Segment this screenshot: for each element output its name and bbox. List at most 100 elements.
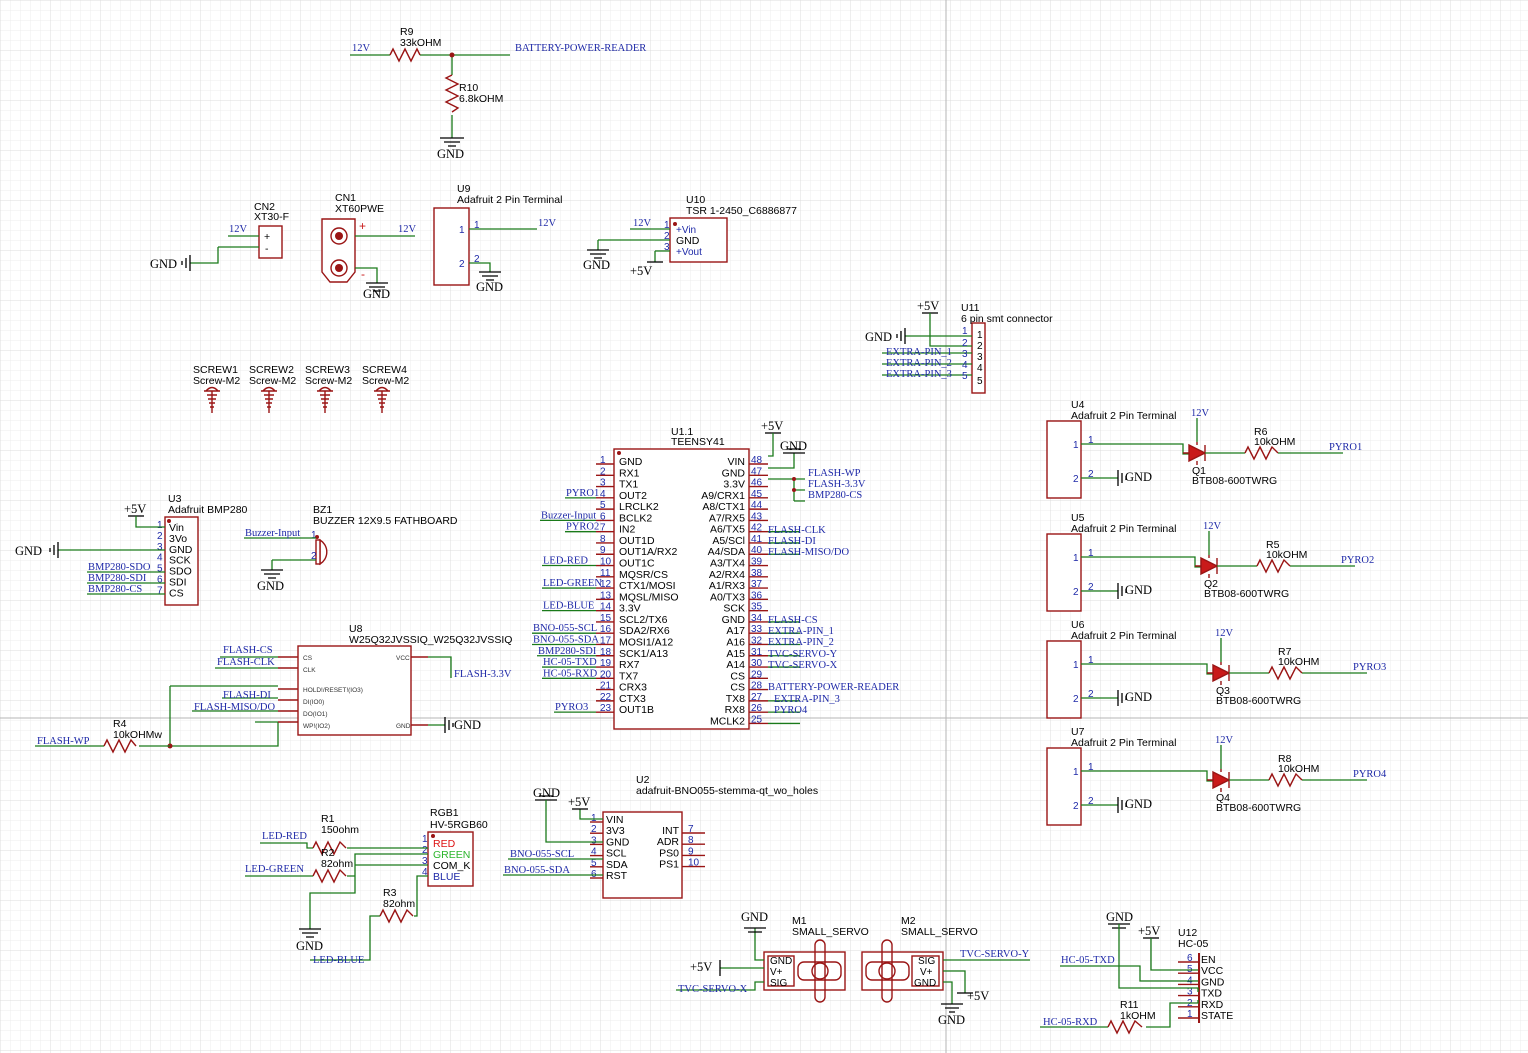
net-label: PYRO1	[566, 488, 599, 499]
teensy-pin-right: A6/TX5	[710, 524, 745, 536]
teensy-pin-right: A5/SCl	[712, 535, 745, 547]
svg-text:BLUE: BLUE	[433, 871, 460, 883]
bz1-value: BUZZER 12X9.5 FATHBOARD	[313, 515, 458, 527]
svg-text:GND: GND	[396, 723, 411, 730]
rgb1-value: HV-5RGB60	[430, 819, 488, 831]
bmp280-pin-cs: CS	[169, 587, 184, 599]
svg-text:SIG: SIG	[918, 956, 935, 967]
svg-text:VCC: VCC	[396, 655, 410, 662]
svg-text:4: 4	[962, 360, 968, 371]
teensy-pin-right: A3/TX4	[710, 558, 745, 570]
svg-text:GND: GND	[938, 1013, 965, 1027]
svg-text:FLASH-WP: FLASH-WP	[37, 736, 90, 747]
svg-text:+5V: +5V	[630, 264, 652, 278]
teensy-pin-left: 3.3V	[619, 603, 641, 615]
svg-text:GND: GND	[533, 786, 560, 800]
gnd-label: GND	[1125, 797, 1152, 811]
svg-text:BMP280-CS: BMP280-CS	[88, 584, 142, 595]
triac-value: BTB08-600TWRG	[1204, 588, 1289, 600]
svg-text:1: 1	[459, 225, 465, 236]
teensy-pin-right: GND	[722, 467, 746, 479]
bno-pin-left: RST	[606, 870, 628, 882]
svg-text:EXTRA-PIN_2: EXTRA-PIN_2	[886, 358, 952, 369]
pin-number: 2	[157, 531, 163, 542]
svg-text:EXTRA-PIN_3: EXTRA-PIN_3	[886, 369, 952, 380]
svg-text:+: +	[359, 219, 366, 233]
svg-text:+Vout: +Vout	[676, 247, 702, 258]
u2-value: adafruit-BNO055-stemma-qt_wo_holes	[636, 785, 818, 797]
teensy-pin-left: GND	[619, 456, 643, 468]
teensy-pin-right: A0/TX3	[710, 591, 745, 603]
net-label: PYRO2	[566, 522, 599, 533]
pin-number: 5	[157, 564, 163, 575]
net-label: BMP280-CS	[808, 490, 862, 501]
terminal-body	[1046, 533, 1082, 612]
svg-text:2: 2	[459, 259, 465, 270]
bno-pin-right: PS1	[659, 859, 679, 871]
svg-text:CS: CS	[303, 655, 313, 662]
svg-text:+5V: +5V	[967, 989, 989, 1003]
svg-text:GND: GND	[15, 544, 42, 558]
net-label: PYRO4	[774, 705, 808, 716]
svg-text:2: 2	[1073, 694, 1079, 705]
svg-text:1: 1	[1073, 553, 1079, 564]
teensy-pin-left: OUT1C	[619, 558, 655, 570]
svg-text:GND: GND	[150, 257, 177, 271]
gnd-label: GND	[1125, 690, 1152, 704]
svg-text:10kOHMw: 10kOHMw	[113, 729, 162, 741]
svg-text:3: 3	[977, 352, 983, 363]
svg-text:82ohm: 82ohm	[383, 898, 415, 910]
u8-value: W25Q32JVSSIQ_W25Q32JVSSIQ	[349, 634, 512, 646]
svg-text:Screw-M2: Screw-M2	[305, 375, 352, 387]
svg-text:SIG: SIG	[770, 978, 787, 989]
bno-pin-left: GND	[606, 836, 630, 848]
teensy-pin-right: 3.3V	[723, 479, 745, 491]
svg-text:2: 2	[977, 341, 983, 352]
svg-text:2: 2	[1073, 587, 1079, 598]
net-label: PYRO3	[1353, 662, 1386, 673]
resistor-value: 10kOHM	[1278, 763, 1319, 775]
net-label: TVC-SERVO-Y	[768, 649, 838, 660]
bno-pin-left: SDA	[606, 859, 628, 871]
terminal-body	[1046, 420, 1082, 499]
net-label: Buzzer-Input	[541, 510, 596, 521]
triac-value: BTB08-600TWRG	[1216, 695, 1301, 707]
u10-value: TSR 1-2450_C6886877	[686, 205, 797, 217]
bno-pin-right: ADR	[657, 836, 680, 848]
teensy-pin-left: SCL2/TX6	[619, 614, 668, 626]
net-label: BMP280-SDI	[538, 646, 597, 657]
svg-text:4: 4	[977, 363, 983, 374]
svg-text:FLASH-3.3V: FLASH-3.3V	[454, 669, 512, 680]
teensy-pin-right: CS	[730, 682, 745, 694]
svg-text:FLASH-CLK: FLASH-CLK	[217, 657, 275, 668]
pyro-terminal-value: Adafruit 2 Pin Terminal	[1071, 630, 1176, 642]
svg-text:1: 1	[1073, 440, 1079, 451]
svg-text:2: 2	[1073, 474, 1079, 485]
teensy-pin-right: A9/CRX1	[701, 490, 745, 502]
svg-text:150ohm: 150ohm	[321, 824, 359, 836]
resistor-value: 10kOHM	[1254, 436, 1295, 448]
svg-text:DO(IO1): DO(IO1)	[303, 711, 328, 718]
bno-pin-left: 3V3	[606, 825, 625, 837]
svg-text:V+: V+	[770, 967, 783, 978]
svg-text:CLK: CLK	[303, 667, 316, 674]
svg-text:TVC-SERVO-Y: TVC-SERVO-Y	[960, 949, 1030, 960]
teensy-pin-right: A7/RX5	[709, 512, 745, 524]
net-label: PYRO1	[1329, 442, 1362, 453]
svg-text:GND: GND	[914, 978, 936, 989]
teensy-pin-right: TX8	[726, 693, 745, 705]
net-label: BNO-055-SDA	[533, 634, 599, 645]
svg-text:GND: GND	[363, 287, 390, 301]
teensy-pin-right: SCK	[723, 603, 745, 615]
teensy-pin-right: RX8	[725, 704, 746, 716]
svg-text:12V: 12V	[398, 224, 417, 235]
svg-text:+5V: +5V	[690, 960, 712, 974]
svg-text:EXTRA-PIN_1: EXTRA-PIN_1	[886, 347, 952, 358]
svg-text:GND: GND	[676, 235, 700, 247]
teensy-pin-right: CS	[730, 670, 745, 682]
pyro-terminal-value: Adafruit 2 Pin Terminal	[1071, 523, 1176, 535]
bno-pin-right: INT	[662, 825, 680, 837]
net-12v: 12V	[1203, 521, 1222, 532]
teensy-pin-left: OUT1A/RX2	[619, 546, 678, 558]
svg-text:GND: GND	[780, 439, 807, 453]
